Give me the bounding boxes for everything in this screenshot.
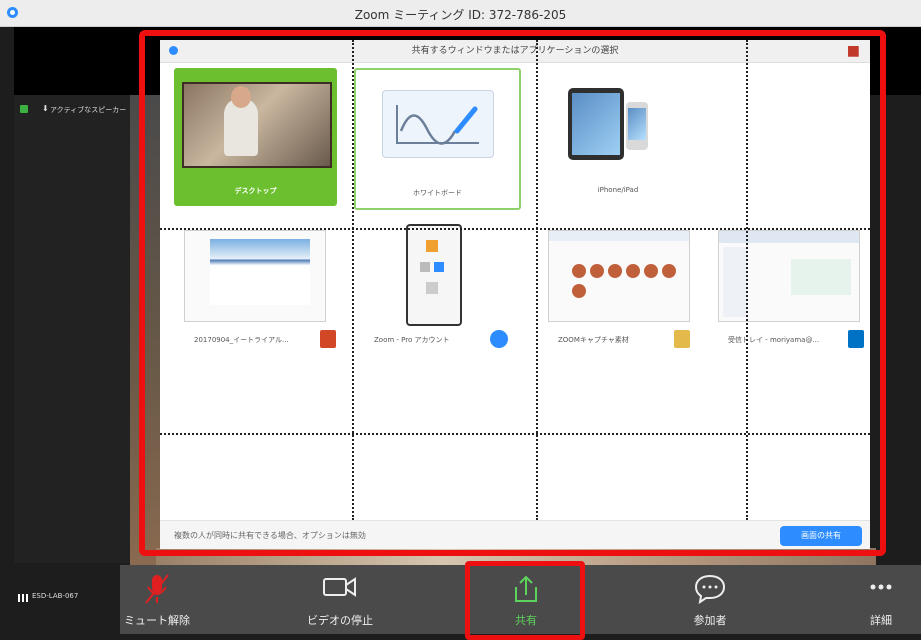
lock-icon (20, 105, 28, 113)
signal-icon (18, 594, 28, 602)
more-label: 詳細 (870, 614, 892, 627)
participants-button[interactable]: 参加者 (660, 565, 760, 634)
more-icon (867, 573, 895, 605)
stop-video-button[interactable]: ビデオの停止 (280, 565, 400, 634)
unmute-label: ミュート解除 (124, 614, 190, 627)
active-speaker-label[interactable]: アクティブなスピーカー (50, 105, 126, 115)
video-camera-icon (322, 573, 358, 605)
stop-video-label: ビデオの停止 (307, 614, 373, 627)
window-title: Zoom ミーティング ID: 372-786-205 (354, 8, 567, 22)
device-name: ESD-LAB-067 (32, 592, 79, 600)
participants-label: 参加者 (693, 614, 727, 627)
window-titlebar: Zoom ミーティング ID: 372-786-205 (0, 0, 921, 27)
highlight-box-share (465, 561, 585, 640)
more-button[interactable]: 詳細 (846, 565, 916, 634)
muted-mic-icon (144, 573, 170, 611)
highlight-box-dialog (139, 30, 886, 556)
pin-icon: ⬇ (42, 104, 49, 113)
unmute-button[interactable]: ミュート解除 (120, 565, 194, 634)
chat-bubble-icon (693, 573, 727, 609)
